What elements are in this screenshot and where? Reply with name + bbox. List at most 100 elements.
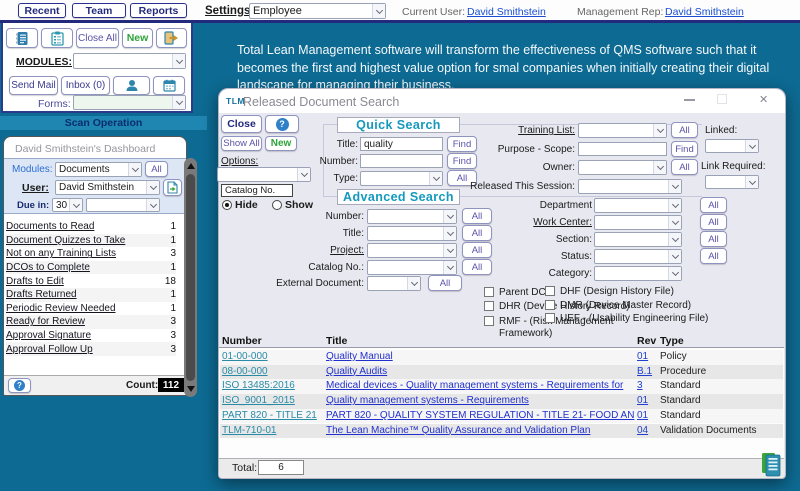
training-list-select[interactable] [578, 123, 667, 138]
dhr-checkbox[interactable] [484, 301, 494, 311]
doc-title-link[interactable]: PART 820 - QUALITY SYSTEM REGULATION - T… [326, 410, 636, 421]
dashboard-item-link[interactable]: Ready for Review [6, 316, 85, 327]
settings-link[interactable]: Settings: [205, 5, 254, 17]
link-required-select[interactable] [705, 175, 759, 189]
send-mail-button[interactable]: Send Mail [9, 76, 58, 95]
checklist-button[interactable] [41, 28, 73, 48]
all-department-button[interactable]: All [700, 197, 727, 213]
doc-number-link[interactable]: ISO_9001_2015 [222, 395, 324, 406]
dhf-checkbox[interactable] [545, 286, 555, 296]
current-user-link[interactable]: David Smithstein [467, 6, 546, 18]
department-select[interactable] [594, 198, 682, 213]
work-center-link[interactable]: Work Center: [500, 217, 592, 228]
sidebar-new-button[interactable]: New [122, 28, 153, 48]
modules-select[interactable] [73, 53, 186, 69]
all-work-center-button[interactable]: All [700, 214, 727, 230]
quick-number-input[interactable] [360, 154, 443, 168]
dashboard-all-button[interactable]: All [145, 161, 168, 177]
table-row[interactable]: PART 820 - TITLE 21 PART 820 - QUALITY S… [220, 408, 783, 424]
dialog-help-button[interactable]: ? [265, 115, 299, 133]
project-link[interactable]: Project: [284, 245, 364, 256]
external-document-select[interactable] [367, 276, 421, 291]
inbox-button[interactable]: Inbox (0) [61, 76, 110, 95]
dashboard-item-link[interactable]: Approval Follow Up [6, 344, 93, 355]
user-report-button[interactable] [163, 179, 182, 196]
dashboard-item-link[interactable]: DCOs to Complete [6, 262, 90, 273]
close-all-button[interactable]: Close All [76, 28, 119, 48]
doc-title-link[interactable]: Quality management systems - Requirement… [326, 395, 636, 406]
dashboard-item-link[interactable]: Not on any Training Lists [6, 248, 116, 259]
doc-number-link[interactable]: TLM-710-01 [222, 425, 324, 436]
purpose-scope-input[interactable] [578, 142, 667, 156]
uef-checkbox[interactable] [545, 313, 555, 323]
adv-number-select[interactable] [367, 209, 457, 224]
released-this-session-select[interactable] [578, 179, 682, 194]
maximize-icon[interactable] [717, 94, 727, 104]
settings-select[interactable]: Employee [249, 3, 386, 19]
due-filter-select[interactable] [86, 198, 160, 212]
dmr-checkbox[interactable] [545, 300, 555, 310]
dashboard-item-link[interactable]: Periodic Review Needed [6, 303, 116, 314]
team-button[interactable]: Team [72, 3, 126, 18]
show-all-button[interactable]: Show All [221, 136, 262, 151]
scan-operation-bar[interactable]: Scan Operation [0, 116, 207, 130]
due-in-select[interactable]: 30 [52, 198, 83, 212]
doc-title-link[interactable]: Medical devices - Quality management sys… [326, 380, 636, 391]
forms-select[interactable] [73, 95, 186, 110]
linked-select[interactable] [705, 139, 759, 153]
all-external-button[interactable]: All [428, 275, 462, 291]
exit-button[interactable] [156, 28, 187, 48]
quick-title-input[interactable] [360, 137, 443, 151]
quick-type-select[interactable] [360, 171, 443, 186]
options-link[interactable]: Options: [221, 156, 258, 167]
adv-catalog-select[interactable] [367, 260, 457, 275]
scrollbar-thumb[interactable] [186, 174, 195, 381]
doc-number-link[interactable]: 08-00-000 [222, 366, 324, 377]
doc-number-link[interactable]: ISO 13485:2016 [222, 380, 324, 391]
table-row[interactable]: 08-00-000 Quality Audits B.1 Procedure [220, 364, 783, 380]
all-project-button[interactable]: All [462, 242, 492, 258]
dialog-close-button[interactable]: Close [221, 115, 262, 133]
adv-title-select[interactable] [367, 226, 457, 241]
table-row[interactable]: 01-00-000 Quality Manual 01 Policy [220, 350, 783, 365]
all-training-button[interactable]: All [671, 122, 698, 138]
work-center-select[interactable] [594, 215, 682, 230]
project-select[interactable] [367, 243, 457, 258]
hide-radio-label[interactable]: Hide [235, 199, 258, 211]
export-list-button[interactable] [761, 452, 781, 477]
dialog-new-button[interactable]: New [265, 136, 297, 151]
dashboard-item-link[interactable]: Documents to Read [6, 221, 94, 232]
dashboard-help-button[interactable]: ? [8, 378, 31, 393]
all-adv-number-button[interactable]: All [462, 208, 492, 224]
doc-number-link[interactable]: PART 820 - TITLE 21 [222, 410, 324, 421]
show-radio-label[interactable]: Show [285, 199, 313, 211]
category-select[interactable] [594, 266, 682, 281]
calendar-button[interactable] [153, 76, 185, 95]
hide-radio[interactable] [222, 200, 232, 210]
dmr-label[interactable]: DMR (Device Master Record) [560, 300, 691, 311]
parent-dco-checkbox[interactable] [484, 287, 494, 297]
all-status-button[interactable]: All [700, 248, 727, 264]
all-catalog-button[interactable]: All [462, 259, 492, 275]
doc-title-link[interactable]: The Lean Machine™ Quality Assurance and … [326, 425, 636, 436]
dashboard-item-link[interactable]: Approval Signature [6, 330, 91, 341]
table-row[interactable]: ISO_9001_2015 Quality management systems… [220, 394, 783, 409]
uef-label[interactable]: UEF - (Usability Engineering File) [560, 313, 708, 324]
training-list-link[interactable]: Training List: [470, 125, 575, 136]
recent-button[interactable]: Recent [18, 3, 66, 18]
doc-number-link[interactable]: 01-00-000 [222, 351, 324, 362]
dashboard-user-link[interactable]: User: [22, 182, 49, 194]
doc-title-link[interactable]: Quality Manual [326, 351, 636, 362]
all-section-button[interactable]: All [700, 231, 727, 247]
reports-button[interactable]: Reports [130, 3, 187, 18]
dashboard-modules-select[interactable]: Documents [55, 162, 142, 177]
table-row[interactable]: TLM-710-01 The Lean Machine™ Quality Ass… [220, 423, 783, 439]
minimize-icon[interactable] [684, 99, 695, 101]
find-purpose-button[interactable]: Find [671, 141, 698, 157]
show-radio[interactable] [272, 200, 282, 210]
modules-link[interactable]: MODULES: [16, 56, 72, 68]
status-select[interactable] [594, 249, 682, 264]
close-icon[interactable]: ✕ [759, 93, 768, 106]
all-adv-title-button[interactable]: All [462, 225, 492, 241]
open-documents-button[interactable] [6, 28, 38, 48]
